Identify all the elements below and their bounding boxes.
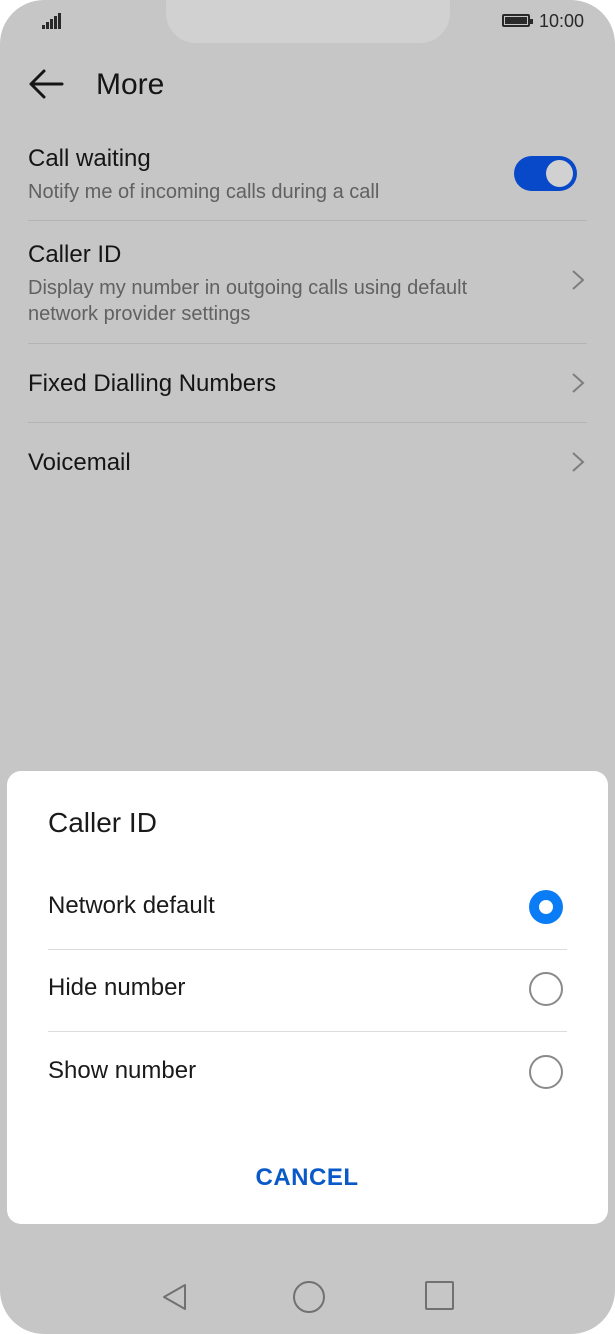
radio-selected-icon[interactable]	[529, 890, 563, 924]
phone-screen: 10:00 More Call waiting Notify me of inc…	[0, 0, 615, 1334]
radio-unselected-icon[interactable]	[529, 972, 563, 1006]
cancel-button[interactable]: CANCEL	[207, 1156, 407, 1200]
option-hide-number[interactable]: Hide number	[48, 950, 567, 1032]
caller-id-dialog: Caller ID Network default Hide number Sh…	[7, 771, 608, 1224]
option-label: Hide number	[48, 974, 186, 1001]
divider	[48, 1031, 567, 1032]
radio-unselected-icon[interactable]	[529, 1055, 563, 1089]
dialog-title: Caller ID	[48, 807, 157, 838]
option-show-number[interactable]: Show number	[48, 1033, 567, 1115]
option-label: Show number	[48, 1057, 197, 1084]
option-network-default[interactable]: Network default	[48, 868, 567, 950]
option-label: Network default	[48, 892, 215, 919]
